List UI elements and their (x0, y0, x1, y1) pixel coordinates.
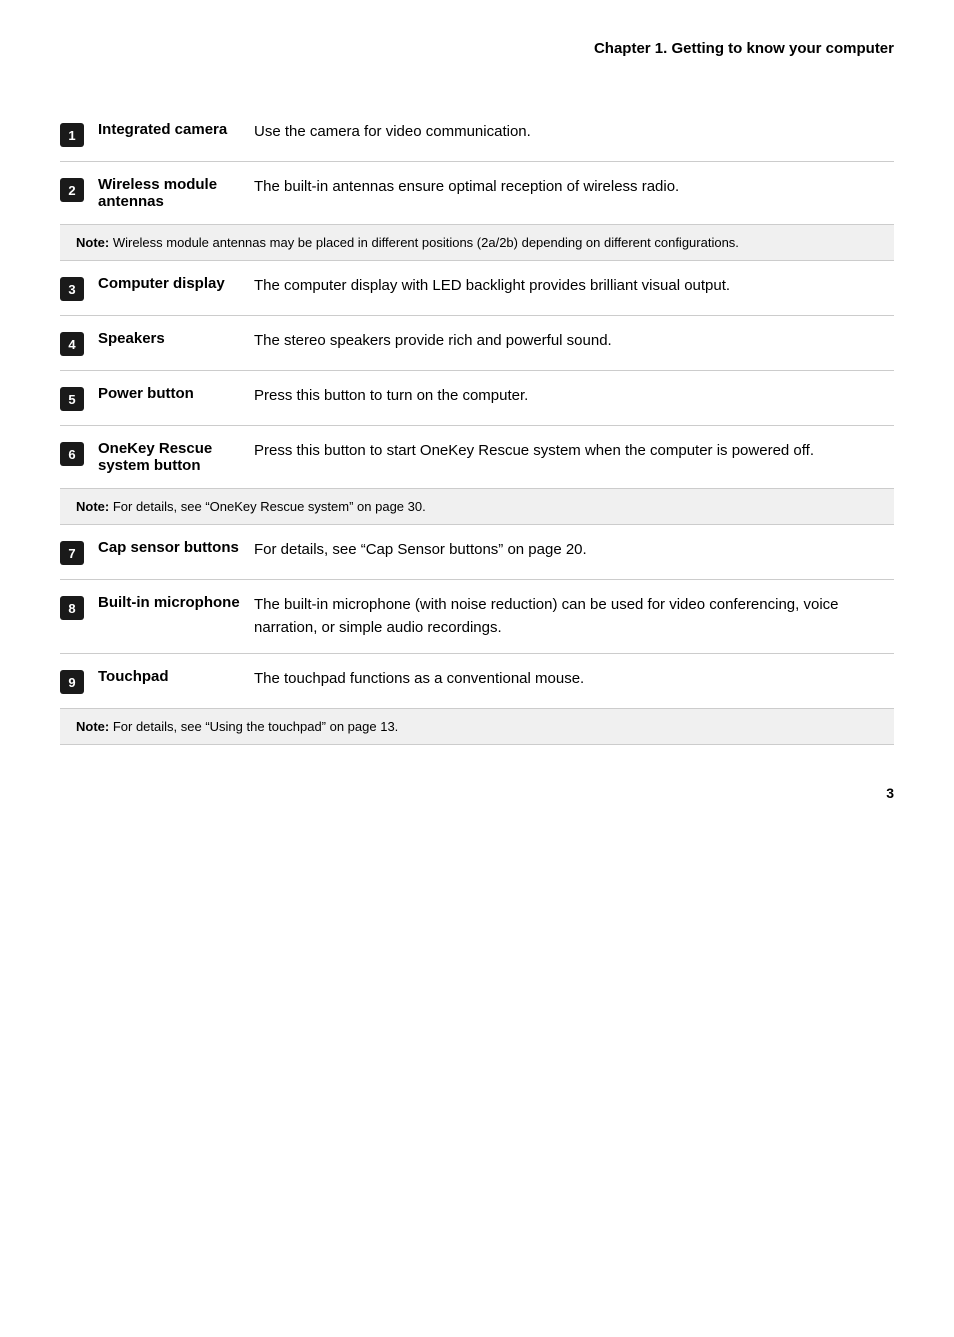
item-name: Cap sensor buttons (84, 539, 254, 556)
item-badge: 3 (60, 277, 84, 301)
item-name: Speakers (84, 330, 254, 347)
item-description: The computer display with LED backlight … (254, 275, 894, 298)
item-name: Touchpad (84, 668, 254, 685)
list-item: 6OneKey Rescue system buttonPress this b… (60, 426, 894, 488)
list-item: 8Built-in microphoneThe built-in microph… (60, 580, 894, 653)
list-item: 2Wireless module antennasThe built-in an… (60, 162, 894, 224)
item-name: Computer display (84, 275, 254, 292)
page-number: 3 (886, 785, 894, 801)
list-item: 7Cap sensor buttonsFor details, see “Cap… (60, 525, 894, 579)
list-item: 1Integrated cameraUse the camera for vid… (60, 107, 894, 161)
item-description: The built-in microphone (with noise redu… (254, 594, 894, 639)
item-note: Note: For details, see “OneKey Rescue sy… (60, 489, 894, 524)
item-badge: 5 (60, 387, 84, 411)
item-name: Built-in microphone (84, 594, 254, 611)
item-badge: 2 (60, 178, 84, 202)
list-item: 4SpeakersThe stereo speakers provide ric… (60, 316, 894, 370)
item-name: Integrated camera (84, 121, 254, 138)
list-item: 3Computer displayThe computer display wi… (60, 261, 894, 315)
list-item: 9TouchpadThe touchpad functions as a con… (60, 654, 894, 708)
item-description: Use the camera for video communication. (254, 121, 894, 144)
item-description: Press this button to start OneKey Rescue… (254, 440, 894, 463)
item-name: Power button (84, 385, 254, 402)
item-badge: 6 (60, 442, 84, 466)
item-description: Press this button to turn on the compute… (254, 385, 894, 408)
items-container: 1Integrated cameraUse the camera for vid… (60, 107, 894, 745)
item-badge: 4 (60, 332, 84, 356)
item-description: The stereo speakers provide rich and pow… (254, 330, 894, 353)
item-badge: 9 (60, 670, 84, 694)
item-description: For details, see “Cap Sensor buttons” on… (254, 539, 894, 562)
list-item: 5Power buttonPress this button to turn o… (60, 371, 894, 425)
item-note: Note: Wireless module antennas may be pl… (60, 225, 894, 260)
item-note: Note: For details, see “Using the touchp… (60, 709, 894, 744)
item-badge: 1 (60, 123, 84, 147)
item-badge: 8 (60, 596, 84, 620)
item-description: The built-in antennas ensure optimal rec… (254, 176, 894, 199)
item-badge: 7 (60, 541, 84, 565)
item-description: The touchpad functions as a conventional… (254, 668, 894, 691)
item-name: OneKey Rescue system button (84, 440, 254, 474)
page-header: Chapter 1. Getting to know your computer (60, 40, 894, 67)
item-name: Wireless module antennas (84, 176, 254, 210)
